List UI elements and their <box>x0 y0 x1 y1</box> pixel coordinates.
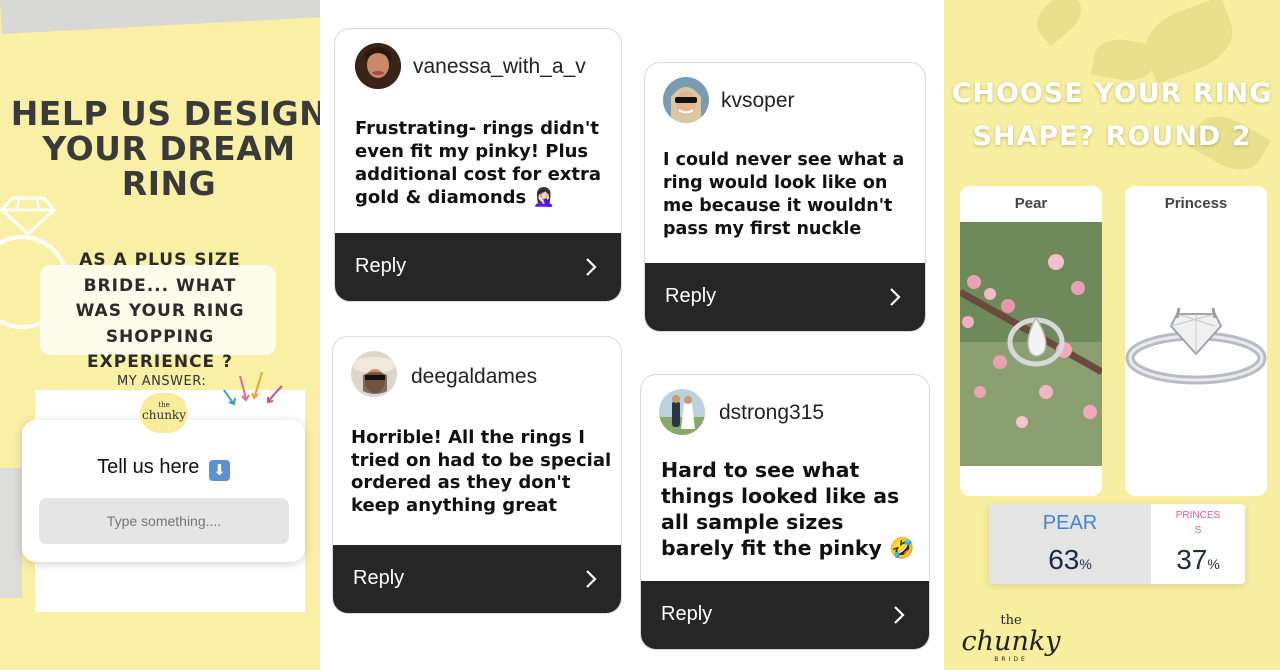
poll-result-name: PRINCES S <box>1175 510 1221 536</box>
message-card: deegaldames Horrible! All the rings I tr… <box>332 336 622 614</box>
poll-result-name: PEAR <box>1042 512 1098 534</box>
chunky-bride-logo: the chunky BRIDE <box>961 613 1061 664</box>
leaf-decoration <box>1028 0 1090 47</box>
torn-paper-strip <box>0 468 22 598</box>
chevron-right-icon <box>894 606 905 624</box>
question-sticker-input[interactable] <box>39 498 289 544</box>
responses-panel: vanessa_with_a_v Frustrating- rings didn… <box>320 0 944 670</box>
message-username[interactable]: kvsoper <box>721 89 795 113</box>
question-sticker[interactable]: Tell us here ⬇ <box>22 420 305 562</box>
message-username[interactable]: dstrong315 <box>719 401 824 425</box>
chevron-right-icon <box>890 288 901 306</box>
reply-label: Reply <box>665 285 717 307</box>
poll-results: PEAR 63% PRINCES S 37% <box>989 504 1245 584</box>
message-text: Frustrating- rings didn't even fit my pi… <box>355 118 602 208</box>
chevron-right-icon <box>586 570 597 588</box>
poll-option-princess[interactable]: Princess <box>1125 186 1267 496</box>
story-panel-left: HELP US DESIGN YOUR DREAM RING AS A PLUS… <box>0 0 320 670</box>
chevron-right-icon <box>586 258 597 276</box>
poll-result-princess: PRINCES S 37% <box>1151 504 1245 584</box>
poll-option-label: Princess <box>1164 195 1228 212</box>
message-text: I could never see what a ring would look… <box>663 150 905 239</box>
message-card: vanessa_with_a_v Frustrating- rings didn… <box>334 28 622 302</box>
doodle-arrows-icon <box>223 371 283 406</box>
avatar <box>663 77 709 123</box>
message-text: Horrible! All the rings I tried on had t… <box>351 427 612 516</box>
question-sticker-title: Tell us here ⬇ <box>22 456 305 481</box>
reply-button[interactable]: Reply <box>335 233 621 301</box>
princess-ring-photo <box>1125 222 1267 466</box>
pear-ring-photo <box>960 222 1102 466</box>
reply-label: Reply <box>661 603 713 625</box>
avatar <box>659 389 705 435</box>
poll-option-label: Pear <box>1014 195 1048 212</box>
message-username[interactable]: deegaldames <box>411 365 537 389</box>
reply-button[interactable]: Reply <box>333 545 621 613</box>
message-text: Hard to see what things looked like as a… <box>661 458 915 560</box>
poll-title: CHOOSE YOUR RING SHAPE? ROUND 2 <box>951 78 1273 152</box>
reply-label: Reply <box>353 567 405 589</box>
reply-button[interactable]: Reply <box>645 263 925 331</box>
chunky-bride-logo-badge: the chunky <box>140 393 188 433</box>
poll-result-percent: 37% <box>1176 544 1220 575</box>
poll-result-pear: PEAR 63% <box>989 504 1151 584</box>
my-answer-label: MY ANSWER: <box>117 374 207 389</box>
reply-button[interactable]: Reply <box>641 581 929 649</box>
poll-option-pear[interactable]: Pear <box>960 186 1102 496</box>
message-card: kvsoper I could never see what a ring wo… <box>644 62 926 332</box>
down-arrow-emoji-icon: ⬇ <box>208 460 230 481</box>
avatar <box>355 43 401 89</box>
story-question: AS A PLUS SIZE BRIDE... WHAT WAS YOUR RI… <box>75 250 245 372</box>
story-headline: HELP US DESIGN YOUR DREAM RING <box>10 94 320 203</box>
question-sticker-title-text: Tell us here <box>97 456 200 478</box>
avatar <box>351 351 397 397</box>
message-username[interactable]: vanessa_with_a_v <box>413 55 586 79</box>
message-card: dstrong315 Hard to see what things looke… <box>640 374 930 650</box>
tape-decoration <box>0 0 320 34</box>
reply-label: Reply <box>355 255 407 277</box>
poll-result-percent: 63% <box>1048 544 1092 575</box>
